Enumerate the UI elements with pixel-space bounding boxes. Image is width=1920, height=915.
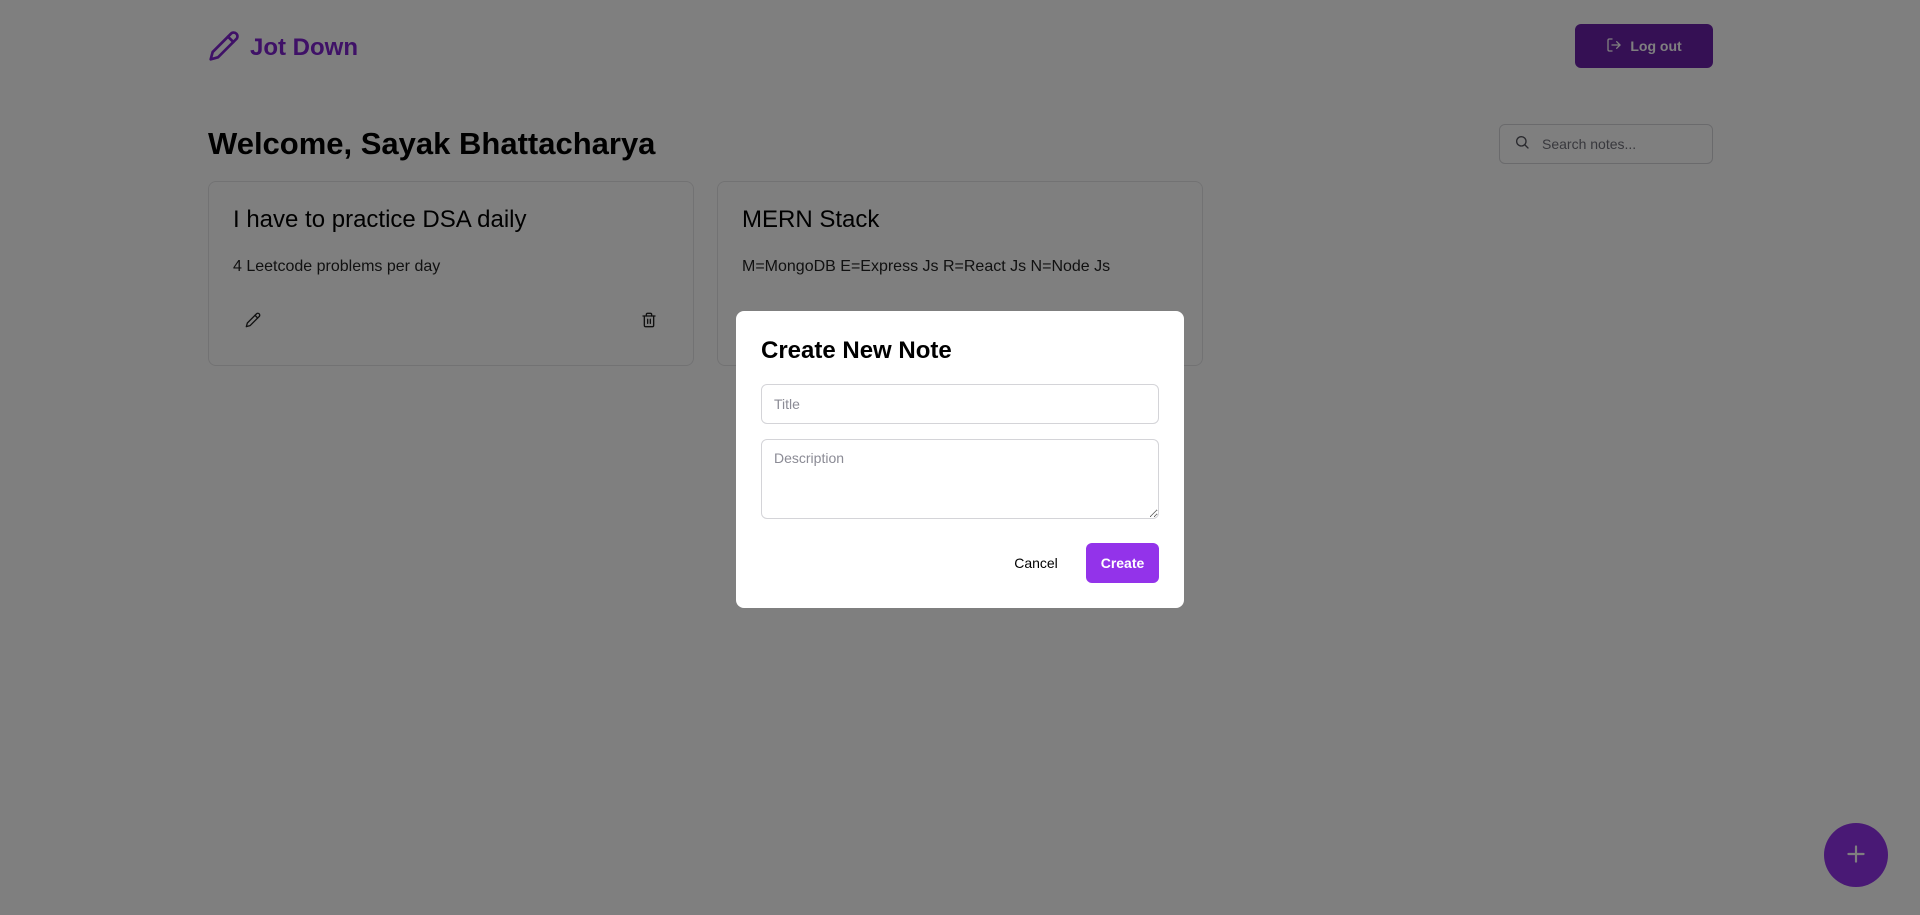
create-note-dialog: Create New Note Cancel Create bbox=[736, 311, 1184, 608]
note-title-input[interactable] bbox=[761, 384, 1159, 424]
cancel-button[interactable]: Cancel bbox=[1008, 543, 1064, 583]
note-description-input[interactable] bbox=[761, 439, 1159, 519]
app-root: Jot Down Log out Welcome, Sayak Bhattach… bbox=[0, 0, 1920, 915]
dialog-title: Create New Note bbox=[761, 337, 952, 364]
create-button[interactable]: Create bbox=[1086, 543, 1159, 583]
